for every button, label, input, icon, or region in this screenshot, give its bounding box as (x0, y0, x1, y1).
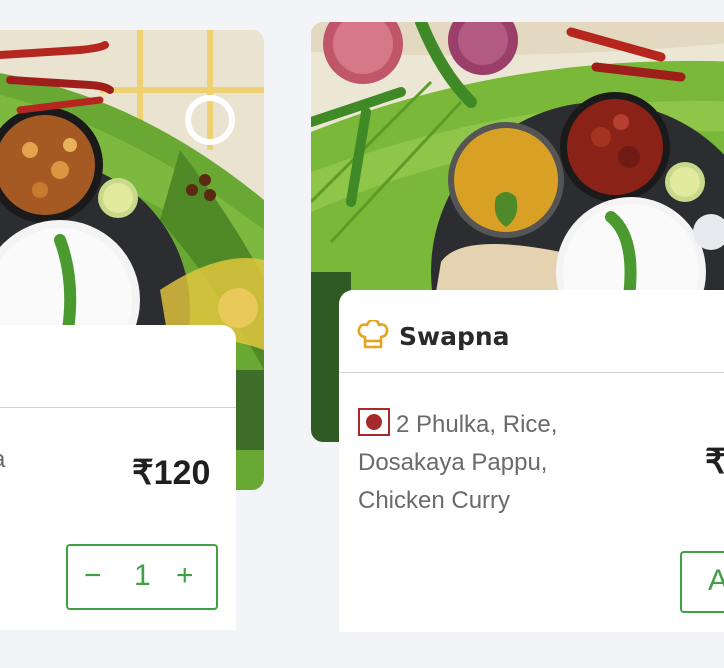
meal-price: ₹120 (132, 454, 211, 492)
chef-hat-icon (357, 318, 389, 354)
card-divider (339, 372, 724, 373)
quantity-stepper[interactable]: − 1 + (66, 544, 218, 610)
meal-description: 2 Phulka, Rice, Dosakaya Pappu, Chicken … (358, 406, 557, 520)
meal-description: ya (0, 441, 5, 479)
decrement-button[interactable]: − (84, 560, 102, 592)
non-veg-indicator-icon (358, 408, 390, 436)
quantity-value: 1 (134, 559, 151, 592)
card-divider (0, 407, 236, 408)
meal-card-1: ya ₹120 − 1 + (0, 325, 236, 630)
add-button[interactable]: A (680, 551, 724, 613)
description-line-1: 2 Phulka, Rice, (396, 411, 558, 438)
description-line-3: Chicken Curry (358, 487, 511, 514)
description-line-2: Dosakaya Pappu, (358, 449, 548, 476)
meal-price: ₹ (705, 443, 724, 481)
meal-card-2: Swapna 2 Phulka, Rice, Dosakaya Pappu, C… (339, 290, 724, 632)
increment-button[interactable]: + (176, 560, 194, 592)
cook-name: Swapna (399, 322, 510, 351)
